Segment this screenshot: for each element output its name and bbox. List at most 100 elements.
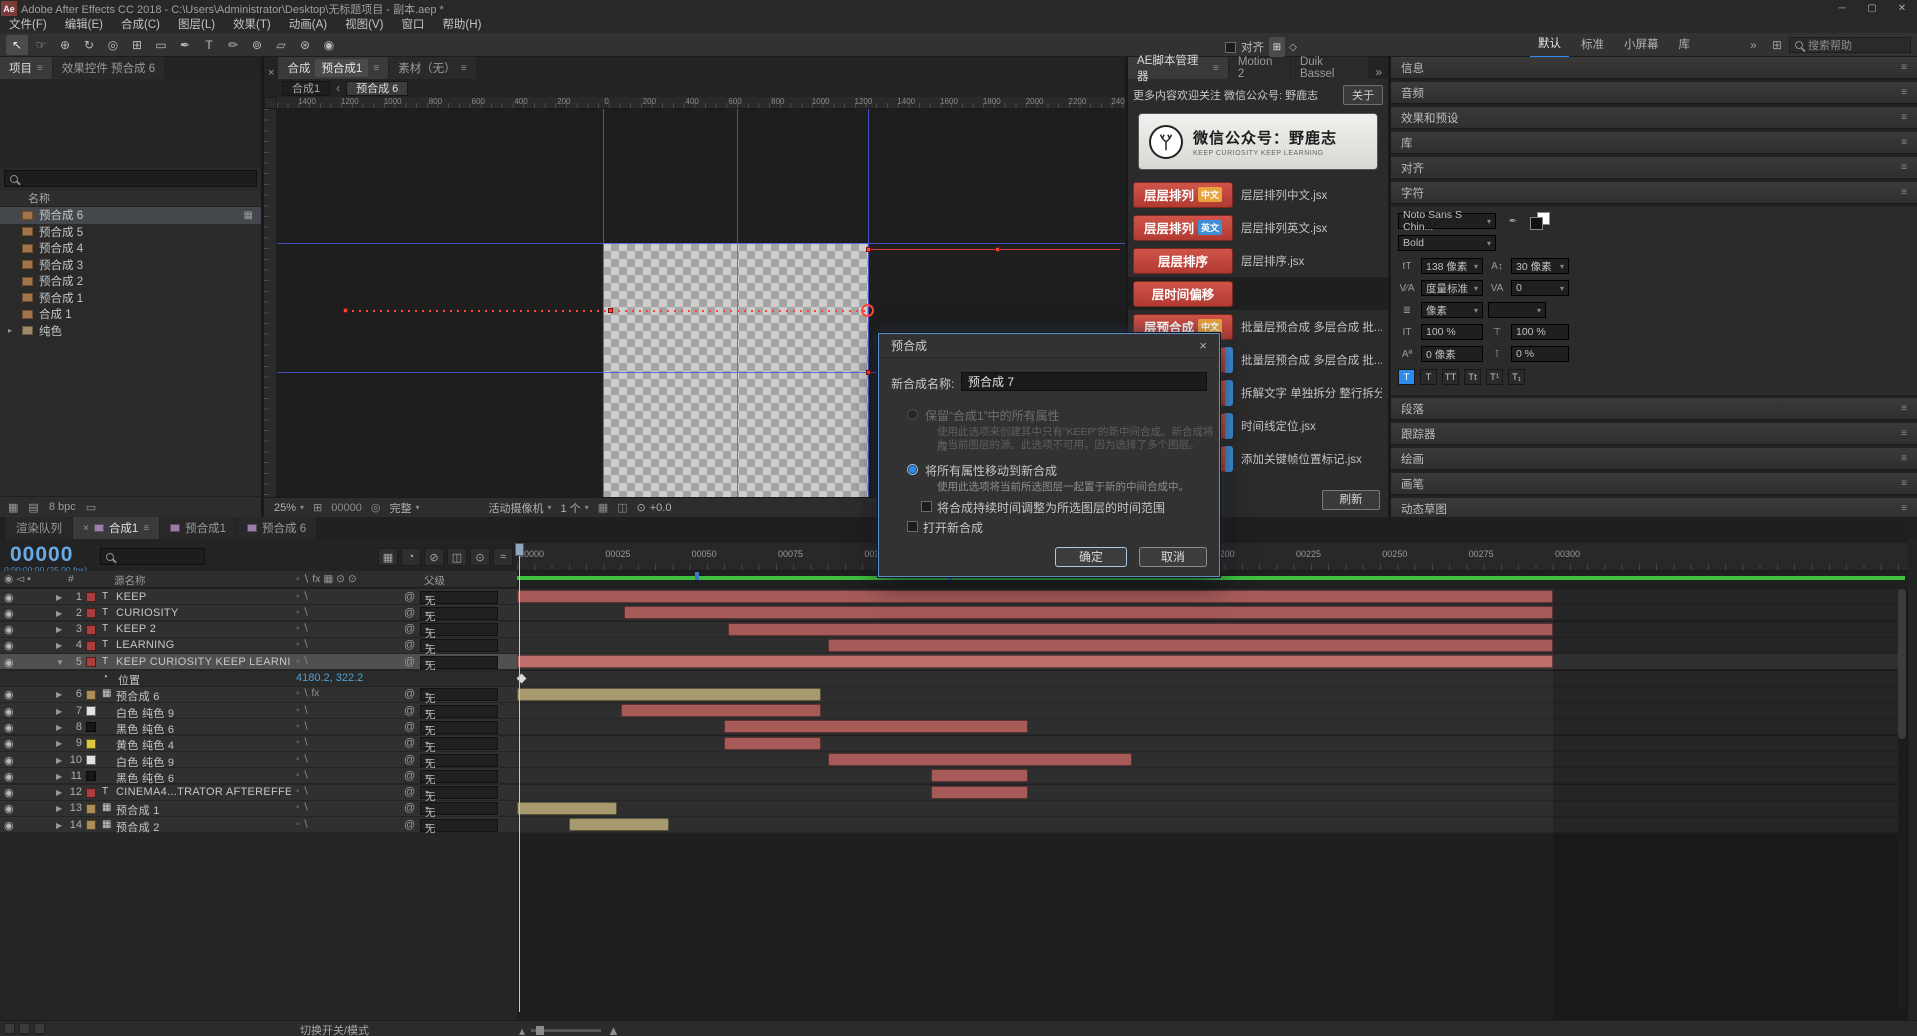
zoom-out-icon[interactable]: ▴ — [519, 1024, 525, 1036]
timeline-vertical-scrollbar[interactable] — [1898, 589, 1906, 1010]
snap-option-icon[interactable]: ◇ — [1285, 37, 1301, 57]
faux-style-button[interactable]: T — [1398, 369, 1415, 385]
toggle-switches-modes-button[interactable]: 切换开关/模式 — [300, 1022, 369, 1036]
faux-style-button[interactable]: T¹ — [1486, 369, 1503, 385]
layer-switches[interactable]: ◦ ∖ — [296, 802, 309, 813]
panel-menu-icon[interactable]: ≡ — [1901, 403, 1907, 414]
visibility-eye-icon[interactable]: ◉ — [4, 623, 14, 636]
horizontal-ruler[interactable]: 1400 1200 1000 800 600 400 200 0 200 400 600 800 100… — [277, 97, 1125, 109]
visibility-eye-icon[interactable]: ◉ — [4, 802, 14, 815]
pan-behind-tool-icon[interactable]: ⊞ — [126, 35, 148, 55]
menu-item[interactable]: 帮助(H) — [433, 17, 490, 33]
script-tab[interactable]: Motion 2 — [1228, 56, 1290, 80]
panel-跟踪器[interactable]: 跟踪器 ≡ — [1391, 423, 1917, 445]
layer-duration-bar[interactable] — [724, 720, 1029, 734]
fill-color-swatches[interactable] — [1530, 212, 1552, 230]
help-search-input[interactable]: 搜索帮助 — [1789, 37, 1911, 53]
workspace-tab[interactable]: 库 — [1671, 33, 1699, 57]
tracking-select[interactable]: 0 ▾ — [1511, 280, 1569, 296]
faux-style-button[interactable]: TT — [1442, 369, 1459, 385]
layer-row[interactable]: ◉ ▶ 2 T CURIOSITY ◦ ∖ @ 无 ▾ — [0, 605, 517, 623]
roto-brush-tool-icon[interactable]: ⊛ — [294, 35, 316, 55]
visibility-eye-icon[interactable]: ◉ — [4, 705, 14, 718]
parent-select[interactable]: 无 ▾ — [420, 639, 498, 656]
minimize-icon[interactable]: ─ — [1827, 0, 1857, 17]
workspace-tab[interactable]: 默认 — [1530, 32, 1569, 58]
visibility-eye-icon[interactable]: ◉ — [4, 819, 14, 832]
panel-menu-icon[interactable]: ≡ — [1901, 428, 1907, 439]
layer-row[interactable]: ◉ ▶ 7 白色 纯色 9 ◦ ∖ @ 无 ▾ — [0, 703, 517, 721]
layer-duration-bar[interactable] — [827, 753, 1132, 766]
layer-name[interactable]: KEEP 2 — [116, 623, 156, 635]
layer-switches[interactable]: ◦ ∖ — [296, 591, 309, 602]
layer-row[interactable]: ◉ ▼ 5 T KEEP CURIOSITY KEEP LEARNING ◦ ∖ @ 无 ▾ — [0, 654, 517, 672]
shy-layers-icon[interactable]: ⊘ — [424, 548, 444, 566]
pickwhip-icon[interactable]: @ — [404, 623, 415, 635]
panel-对齐[interactable]: 对齐 ≡ — [1391, 157, 1917, 179]
expand-arrow-icon[interactable]: ▶ — [56, 723, 62, 732]
layer-switches[interactable]: ◦ ∖ — [296, 754, 309, 765]
bit-depth-label[interactable]: 8 bpc — [49, 501, 76, 513]
layer-row[interactable]: ◉ ▶ 12 T CINEMA4...TRATOR AFTEREFFECTS ◦ ∖ @ 无▾ — [0, 784, 517, 803]
layer-switches[interactable]: ◦ ∖ — [296, 770, 309, 781]
workspace-settings-icon[interactable]: ⊞ — [1772, 38, 1782, 52]
anchor-point-target[interactable] — [861, 304, 874, 317]
zoom-tool-icon[interactable]: ⊕ — [54, 35, 76, 55]
close-icon[interactable]: × — [1199, 338, 1207, 353]
layer-row[interactable]: ◉ ▶ 10 白色 纯色 9 ◦ ∖ @ 无 ▾ — [0, 752, 517, 770]
project-item[interactable]: 预合成 2 — [0, 273, 261, 290]
parent-select[interactable]: 无 ▾ — [420, 737, 498, 754]
layer-switches[interactable]: ◦ ∖ — [296, 607, 309, 618]
resolution-select[interactable]: 完整 ▾ — [389, 500, 419, 516]
refresh-button[interactable]: 刷新 — [1322, 490, 1380, 510]
ok-button[interactable]: 确定 — [1055, 547, 1127, 567]
visibility-eye-icon[interactable]: ◉ — [4, 607, 14, 620]
timeline-tab[interactable]: 渲染队列 — [6, 517, 72, 539]
stopwatch-icon[interactable]: ◔ — [102, 672, 108, 683]
tab-project[interactable]: 项目 ≡ — [0, 57, 52, 79]
script-run-button[interactable]: 层层排序 — [1133, 247, 1233, 274]
expand-arrow-icon[interactable]: ▶ — [56, 641, 62, 650]
layer-name[interactable]: 预合成 6 — [116, 688, 160, 704]
label-color-swatch[interactable] — [86, 689, 96, 700]
visibility-eye-icon[interactable]: ◉ — [4, 754, 14, 767]
interpret-footage-icon[interactable]: ▦ — [8, 501, 18, 514]
layer-switches[interactable]: ◦ ∖ — [296, 623, 309, 634]
snap-option-icon[interactable]: ⊞ — [1269, 37, 1285, 57]
exposure-control[interactable]: ⊙ +0.0 — [637, 501, 672, 515]
comp-mini-flowchart-icon[interactable]: ▦ — [378, 548, 398, 566]
zoom-in-icon[interactable]: ▲ — [607, 1023, 620, 1036]
project-item[interactable]: 预合成 1 — [0, 290, 261, 307]
expand-arrow-icon[interactable]: ▼ — [56, 658, 64, 667]
panel-音频[interactable]: 音频 ≡ — [1391, 82, 1917, 104]
puppet-pin-tool-icon[interactable]: ◉ — [318, 35, 340, 55]
close-icon[interactable]: ✕ — [1887, 0, 1917, 17]
layer-duration-bar[interactable] — [517, 801, 618, 815]
label-color-swatch[interactable] — [86, 771, 96, 782]
playhead-handle[interactable] — [515, 543, 524, 556]
layer-name[interactable]: 黑色 纯色 6 — [116, 770, 174, 786]
script-filename[interactable]: 批量层预合成 多层合成 批... — [1241, 352, 1382, 368]
snap-checkbox[interactable] — [1225, 41, 1236, 53]
script-filename[interactable]: 时间线定位.jsx — [1241, 418, 1316, 434]
pickwhip-icon[interactable]: @ — [404, 802, 415, 814]
layer-name[interactable]: 白色 纯色 9 — [116, 754, 174, 770]
script-filename[interactable]: 层层排序.jsx — [1241, 253, 1304, 269]
panel-段落[interactable]: 段落 ≡ — [1391, 398, 1917, 420]
brush-tool-icon[interactable]: ✏ — [222, 35, 244, 55]
guide-line[interactable] — [277, 243, 1125, 244]
comp-marker[interactable] — [695, 572, 699, 580]
timeline-search-input[interactable] — [100, 548, 205, 565]
menu-item[interactable]: 合成(C) — [112, 17, 169, 33]
path-keyframe-handle[interactable] — [608, 308, 613, 313]
label-color-swatch[interactable] — [86, 803, 96, 814]
preview-timecode[interactable]: 00000 — [331, 502, 362, 514]
expand-arrow-icon[interactable]: ▶ — [56, 772, 62, 781]
layer-switches[interactable]: ◦ ∖ — [296, 737, 309, 748]
visibility-eye-icon[interactable]: ◉ — [4, 770, 14, 783]
dialog-title-bar[interactable]: 预合成 × — [879, 334, 1219, 358]
panel-menu-icon[interactable]: ≡ — [373, 63, 379, 74]
parent-select[interactable]: 无 ▾ — [420, 786, 498, 803]
panel-menu-icon[interactable]: ≡ — [1901, 453, 1907, 464]
selection-handle[interactable] — [866, 370, 871, 375]
